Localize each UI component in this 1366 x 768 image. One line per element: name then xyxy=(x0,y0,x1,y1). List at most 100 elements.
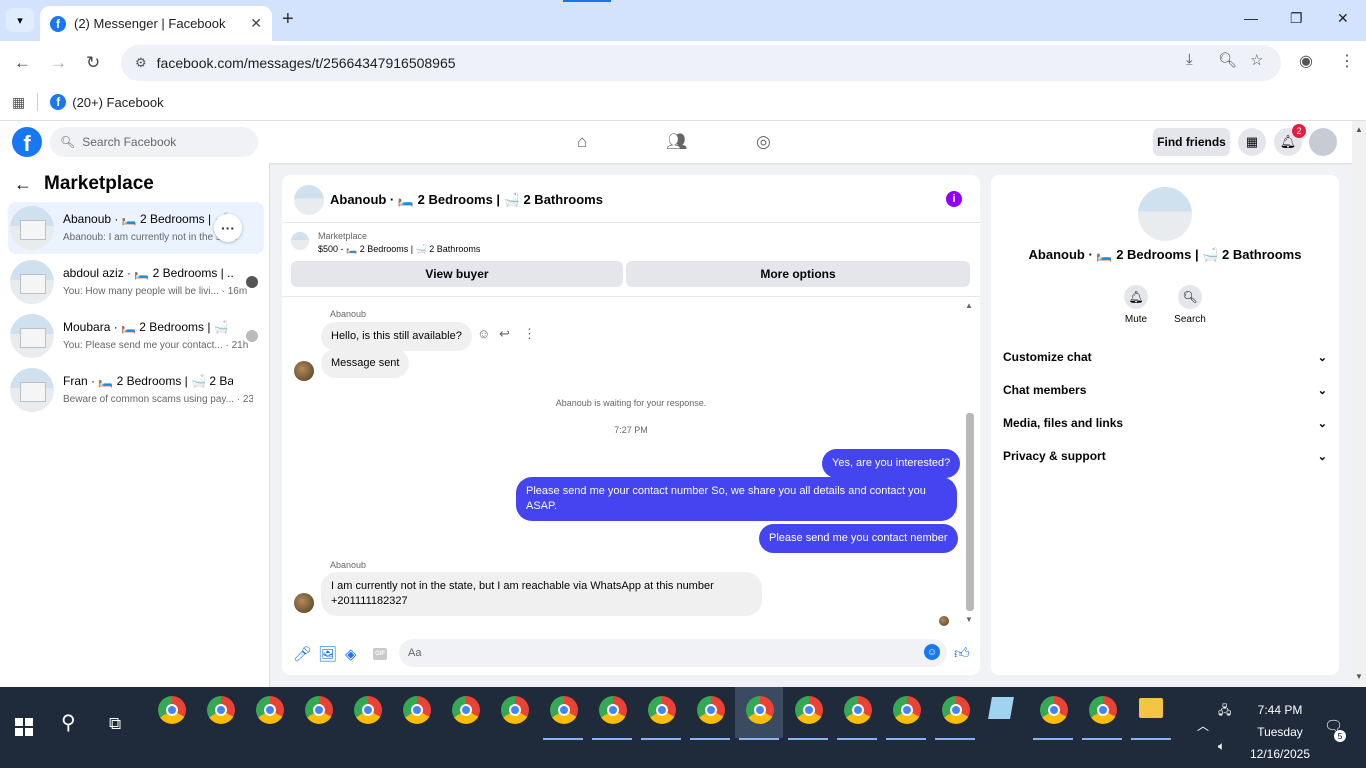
chrome-app-icon[interactable] xyxy=(501,696,529,724)
gif-icon[interactable]: GIF xyxy=(373,648,387,660)
chrome-app-icon[interactable] xyxy=(1040,696,1068,724)
back-arrow-icon[interactable]: ← xyxy=(14,174,32,195)
info-icon[interactable]: i xyxy=(946,191,962,207)
message-more-icon[interactable]: ⋮ xyxy=(523,326,536,342)
scroll-down-arrow-icon[interactable]: ▼ xyxy=(1355,672,1363,681)
bookmark-star-icon[interactable]: ☆ xyxy=(1250,51,1263,69)
apps-grid-icon[interactable]: ▦ xyxy=(12,94,25,111)
section-privacy-support[interactable]: Privacy & support ⌄ xyxy=(1003,441,1327,471)
notepad-app-icon[interactable] xyxy=(988,697,1014,719)
menu-grid-icon[interactable]: ▦ xyxy=(1238,128,1266,156)
back-button[interactable]: ← xyxy=(14,53,31,73)
emoji-icon[interactable]: ☺ xyxy=(924,644,940,660)
chrome-app-icon[interactable] xyxy=(256,696,284,724)
incoming-message[interactable]: Hello, is this still available? xyxy=(321,322,472,351)
chat-title[interactable]: Abanoub · 🛏️ 2 Bedrooms | 🛁 2 Bathrooms xyxy=(330,192,603,208)
chrome-app-icon[interactable] xyxy=(942,696,970,724)
bookmark-facebook[interactable]: (20+) Facebook xyxy=(72,95,163,110)
task-view-icon[interactable]: ⧉ xyxy=(109,714,121,734)
facebook-logo-icon[interactable]: f xyxy=(12,127,42,157)
reply-icon[interactable]: ↩ xyxy=(499,326,510,342)
chrome-app-icon[interactable] xyxy=(697,696,725,724)
running-indicator xyxy=(935,738,975,740)
thumbs-up-icon[interactable]: 👍︎ xyxy=(954,645,970,663)
close-tab-icon[interactable]: ✕ xyxy=(250,15,262,32)
chrome-app-icon[interactable] xyxy=(452,696,480,724)
chat-panel: Abanoub · 🛏️ 2 Bedrooms | 🛁 2 Bathrooms … xyxy=(282,175,980,675)
section-chat-members[interactable]: Chat members ⌄ xyxy=(1003,375,1327,405)
chrome-app-icon[interactable] xyxy=(158,696,186,724)
restore-window-button[interactable]: ❐ xyxy=(1290,10,1303,27)
chrome-app-icon[interactable] xyxy=(305,696,333,724)
incoming-message[interactable]: I am currently not in the state, but I a… xyxy=(321,572,762,616)
scroll-thumb[interactable] xyxy=(966,413,974,611)
chrome-app-icon[interactable] xyxy=(746,696,774,724)
site-settings-icon[interactable]: ⚙ xyxy=(135,55,147,71)
microphone-icon[interactable]: 🎤︎ xyxy=(293,645,312,663)
view-buyer-button[interactable]: View buyer xyxy=(291,261,623,287)
reload-button[interactable]: ↻ xyxy=(86,53,100,73)
conversation-item[interactable]: Abanoub · 🛏️ 2 Bedrooms | 🛁 2 B... Abano… xyxy=(8,202,264,254)
address-bar[interactable]: ⚙ facebook.com/messages/t/25664347916508… xyxy=(121,45,1281,81)
groups-icon[interactable]: ◎ xyxy=(756,132,771,152)
section-customize-chat[interactable]: Customize chat ⌄ xyxy=(1003,342,1327,372)
facebook-search-field[interactable]: 🔍︎ Search Facebook xyxy=(50,127,258,157)
file-explorer-icon[interactable] xyxy=(1139,698,1163,718)
outgoing-message[interactable]: Yes, are you interested? xyxy=(822,449,961,478)
tab-search-dropdown[interactable]: ▾ xyxy=(6,8,34,32)
chrome-app-icon[interactable] xyxy=(599,696,627,724)
close-window-button[interactable]: ✕ xyxy=(1337,10,1349,27)
windows-taskbar: ⚲ ⧉ ︿ 🖧︎ 🔈︎ 7:44 PM Tuesday 12/16/2025 🗨… xyxy=(0,687,1366,768)
forward-button[interactable]: → xyxy=(50,53,67,73)
home-icon[interactable]: ⌂ xyxy=(577,132,587,152)
find-friends-button[interactable]: Find friends xyxy=(1153,128,1230,156)
chrome-app-icon[interactable] xyxy=(207,696,235,724)
message-input[interactable]: Aa xyxy=(399,639,947,667)
chrome-menu-icon[interactable]: ⋮ xyxy=(1339,51,1355,71)
chrome-app-icon[interactable] xyxy=(403,696,431,724)
chat-avatar[interactable] xyxy=(294,185,324,215)
windows-start-icon[interactable] xyxy=(15,718,33,736)
conversation-item[interactable]: Moubara · 🛏️ 2 Bedrooms | 🛁 ... You: Ple… xyxy=(8,310,264,362)
conversation-more-icon[interactable]: ··· xyxy=(214,214,242,242)
scroll-up-arrow-icon[interactable]: ▲ xyxy=(1355,125,1363,134)
profile-icon[interactable]: ◉ xyxy=(1299,51,1313,71)
minimize-window-button[interactable]: — xyxy=(1244,10,1258,26)
scroll-down-arrow-icon[interactable]: ▼ xyxy=(965,615,973,624)
system-clock[interactable]: 7:44 PM Tuesday 12/16/2025 xyxy=(1240,699,1320,765)
react-emoji-icon[interactable]: ☺ xyxy=(477,326,490,341)
chat-scrollbar[interactable]: ▲ ▼ xyxy=(965,301,975,624)
browser-tab-messenger[interactable]: f (2) Messenger | Facebook ✕ xyxy=(40,6,272,41)
more-options-button[interactable]: More options xyxy=(626,261,970,287)
friends-icon[interactable]: 👥︎ xyxy=(666,132,688,152)
search-action[interactable]: 🔍︎ Search xyxy=(1160,285,1220,325)
sticker-icon[interactable]: ◈ xyxy=(345,645,357,663)
page-scrollbar[interactable]: ▲ ▼ xyxy=(1352,121,1366,687)
scroll-up-arrow-icon[interactable]: ▲ xyxy=(965,301,973,310)
photo-icon[interactable]: 🖼︎ xyxy=(318,645,337,663)
install-app-icon[interactable]: ⤓ xyxy=(1186,51,1193,68)
chrome-app-icon[interactable] xyxy=(795,696,823,724)
show-hidden-icons-icon[interactable]: ︿ xyxy=(1197,717,1209,734)
new-tab-button[interactable]: + xyxy=(282,8,294,31)
network-icon[interactable]: 🖧︎ xyxy=(1218,701,1231,722)
volume-icon[interactable]: 🔈︎ xyxy=(1218,739,1225,754)
conversation-item[interactable]: abdoul aziz · 🛏️ 2 Bedrooms | ... You: H… xyxy=(8,256,264,308)
incoming-message[interactable]: Message sent xyxy=(321,349,410,378)
account-avatar[interactable] xyxy=(1309,128,1337,156)
chrome-app-icon[interactable] xyxy=(1089,696,1117,724)
listing-category: Marketplace xyxy=(318,231,368,241)
outgoing-message[interactable]: Please send me your contact number So, w… xyxy=(516,477,957,521)
chrome-app-icon[interactable] xyxy=(550,696,578,724)
mute-action[interactable]: 🔔︎ Mute xyxy=(1106,285,1166,325)
section-media-files-links[interactable]: Media, files and links ⌄ xyxy=(1003,408,1327,438)
message-sender: Abanoub xyxy=(330,309,367,319)
chrome-app-icon[interactable] xyxy=(893,696,921,724)
chrome-app-icon[interactable] xyxy=(354,696,382,724)
zoom-icon[interactable]: 🔍︎ xyxy=(1218,51,1237,69)
conversation-item[interactable]: Fran · 🛏️ 2 Bedrooms | 🛁 2 Bathr... Bewa… xyxy=(8,364,264,416)
chrome-app-icon[interactable] xyxy=(844,696,872,724)
search-icon[interactable]: ⚲ xyxy=(61,710,76,735)
outgoing-message[interactable]: Please send me you contact nember xyxy=(759,524,958,553)
chrome-app-icon[interactable] xyxy=(648,696,676,724)
